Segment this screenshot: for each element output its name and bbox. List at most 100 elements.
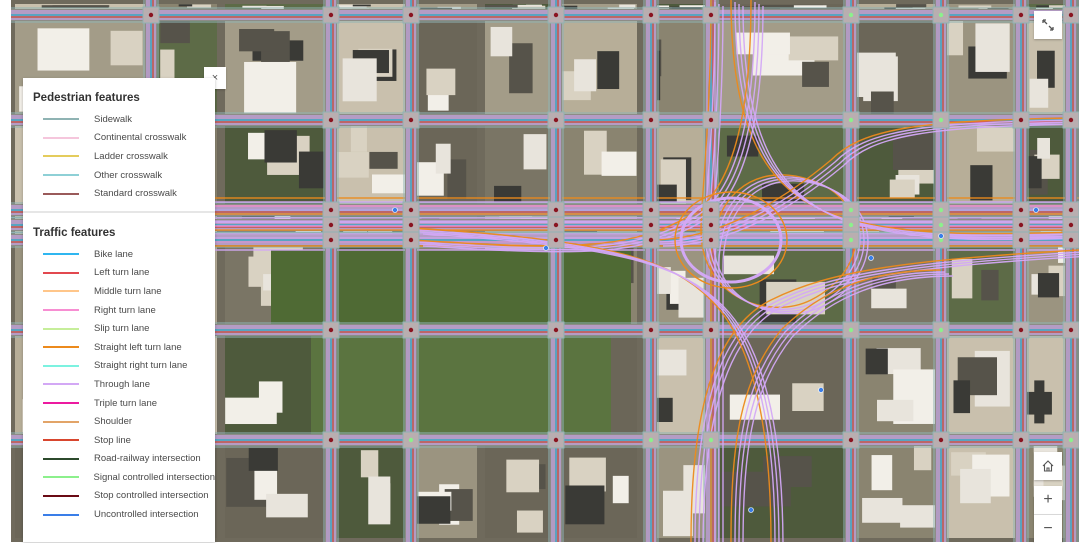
legend-item-label: Left turn lane [94, 267, 150, 279]
intersection-control [938, 207, 944, 213]
intersection-control [1068, 207, 1074, 213]
legend-item: Stop line [33, 431, 215, 450]
intersection-control [848, 327, 854, 333]
legend-swatch [43, 136, 79, 139]
intersection-control [648, 207, 654, 213]
building [975, 23, 1010, 72]
building [793, 5, 827, 8]
building [523, 134, 547, 170]
expand-icon [1042, 19, 1054, 31]
building [516, 510, 543, 533]
building [653, 349, 687, 376]
building [52, 5, 110, 7]
intersection-control [1068, 12, 1074, 18]
building [612, 475, 629, 504]
intersection-control [553, 12, 559, 18]
building [958, 5, 992, 8]
legend-item-label: Stop controlled intersection [94, 490, 209, 502]
legend-item: Road-railway intersection [33, 450, 215, 469]
building [37, 28, 90, 71]
legend-item: Continental crosswalk [33, 129, 215, 148]
intersection-control [328, 117, 334, 123]
intersection-control [328, 437, 334, 443]
intersection-control [708, 117, 714, 123]
building [336, 152, 369, 178]
legend-item: Ladder crosswalk [33, 147, 215, 166]
legend-item: Slip turn lane [33, 319, 215, 338]
uncontrolled-intersection [1033, 207, 1039, 213]
building [416, 496, 451, 524]
intersection-control [408, 327, 414, 333]
intersection-control [648, 437, 654, 443]
legend-item-label: Bike lane [94, 248, 134, 260]
intersection-control [1068, 437, 1074, 443]
building [565, 485, 605, 525]
intersection-control [148, 12, 154, 18]
intersection-control [708, 437, 714, 443]
intersection-control [708, 222, 714, 228]
legend-item-label: Ladder crosswalk [94, 150, 168, 162]
building [264, 130, 297, 163]
minus-icon: − [1043, 520, 1053, 537]
legend-swatch [43, 271, 79, 274]
building [239, 29, 275, 52]
intersection-control [328, 207, 334, 213]
intersection-control [328, 327, 334, 333]
intersection-control [708, 237, 714, 243]
building [871, 288, 907, 309]
intersection-control [328, 222, 334, 228]
legend-swatch [43, 327, 79, 330]
legend-item-label: Through lane [94, 378, 150, 390]
building [1025, 391, 1052, 415]
legend-swatch [43, 174, 79, 177]
intersection-control [1018, 327, 1024, 333]
building [597, 51, 620, 90]
legend-item: Other crosswalk [33, 166, 215, 185]
uncontrolled-intersection [748, 507, 754, 513]
building [683, 465, 707, 514]
plus-icon: + [1043, 491, 1053, 508]
building [960, 468, 991, 504]
intersection-control [553, 327, 559, 333]
uncontrolled-intersection [818, 387, 824, 393]
intersection-control [648, 117, 654, 123]
building [435, 143, 451, 174]
building [506, 459, 540, 493]
legend-swatch [43, 513, 79, 516]
legend-item-label: Right turn lane [94, 304, 156, 316]
legend-item-label: Standard crosswalk [94, 188, 177, 200]
intersection-control [408, 207, 414, 213]
legend-item: Signal controlled intersection [33, 468, 215, 487]
legend-item-label: Stop line [94, 434, 131, 446]
legend-item-label: Sidewalk [94, 113, 133, 125]
building [368, 476, 391, 525]
legend-item: Shoulder [33, 412, 215, 431]
legend-swatch [43, 346, 79, 349]
legend-item: Standard crosswalk [33, 184, 215, 203]
fullscreen-button[interactable] [1034, 11, 1062, 39]
uncontrolled-intersection [938, 233, 944, 239]
legend-item-label: Uncontrolled intersection [94, 509, 199, 521]
legend-swatch [43, 290, 79, 293]
building [976, 124, 1015, 152]
legend-item-label: Signal controlled intersection [93, 471, 215, 483]
home-button[interactable] [1034, 452, 1062, 480]
legend-item-label: Continental crosswalk [94, 132, 187, 144]
intersection-control [708, 327, 714, 333]
intersection-control [1018, 437, 1024, 443]
intersection-control [553, 117, 559, 123]
building [509, 43, 533, 94]
building [1028, 156, 1042, 189]
intersection-control [553, 237, 559, 243]
legend-swatch [43, 309, 79, 312]
zoom-in-button[interactable]: + [1034, 486, 1062, 514]
city-block [715, 334, 847, 436]
intersection-control [408, 12, 414, 18]
intersection-control [408, 237, 414, 243]
intersection-control [1018, 207, 1024, 213]
legend-swatch [43, 253, 79, 256]
building [1029, 78, 1049, 108]
zoom-out-button[interactable]: − [1034, 515, 1062, 543]
building [788, 36, 839, 61]
uncontrolled-intersection [392, 207, 398, 213]
